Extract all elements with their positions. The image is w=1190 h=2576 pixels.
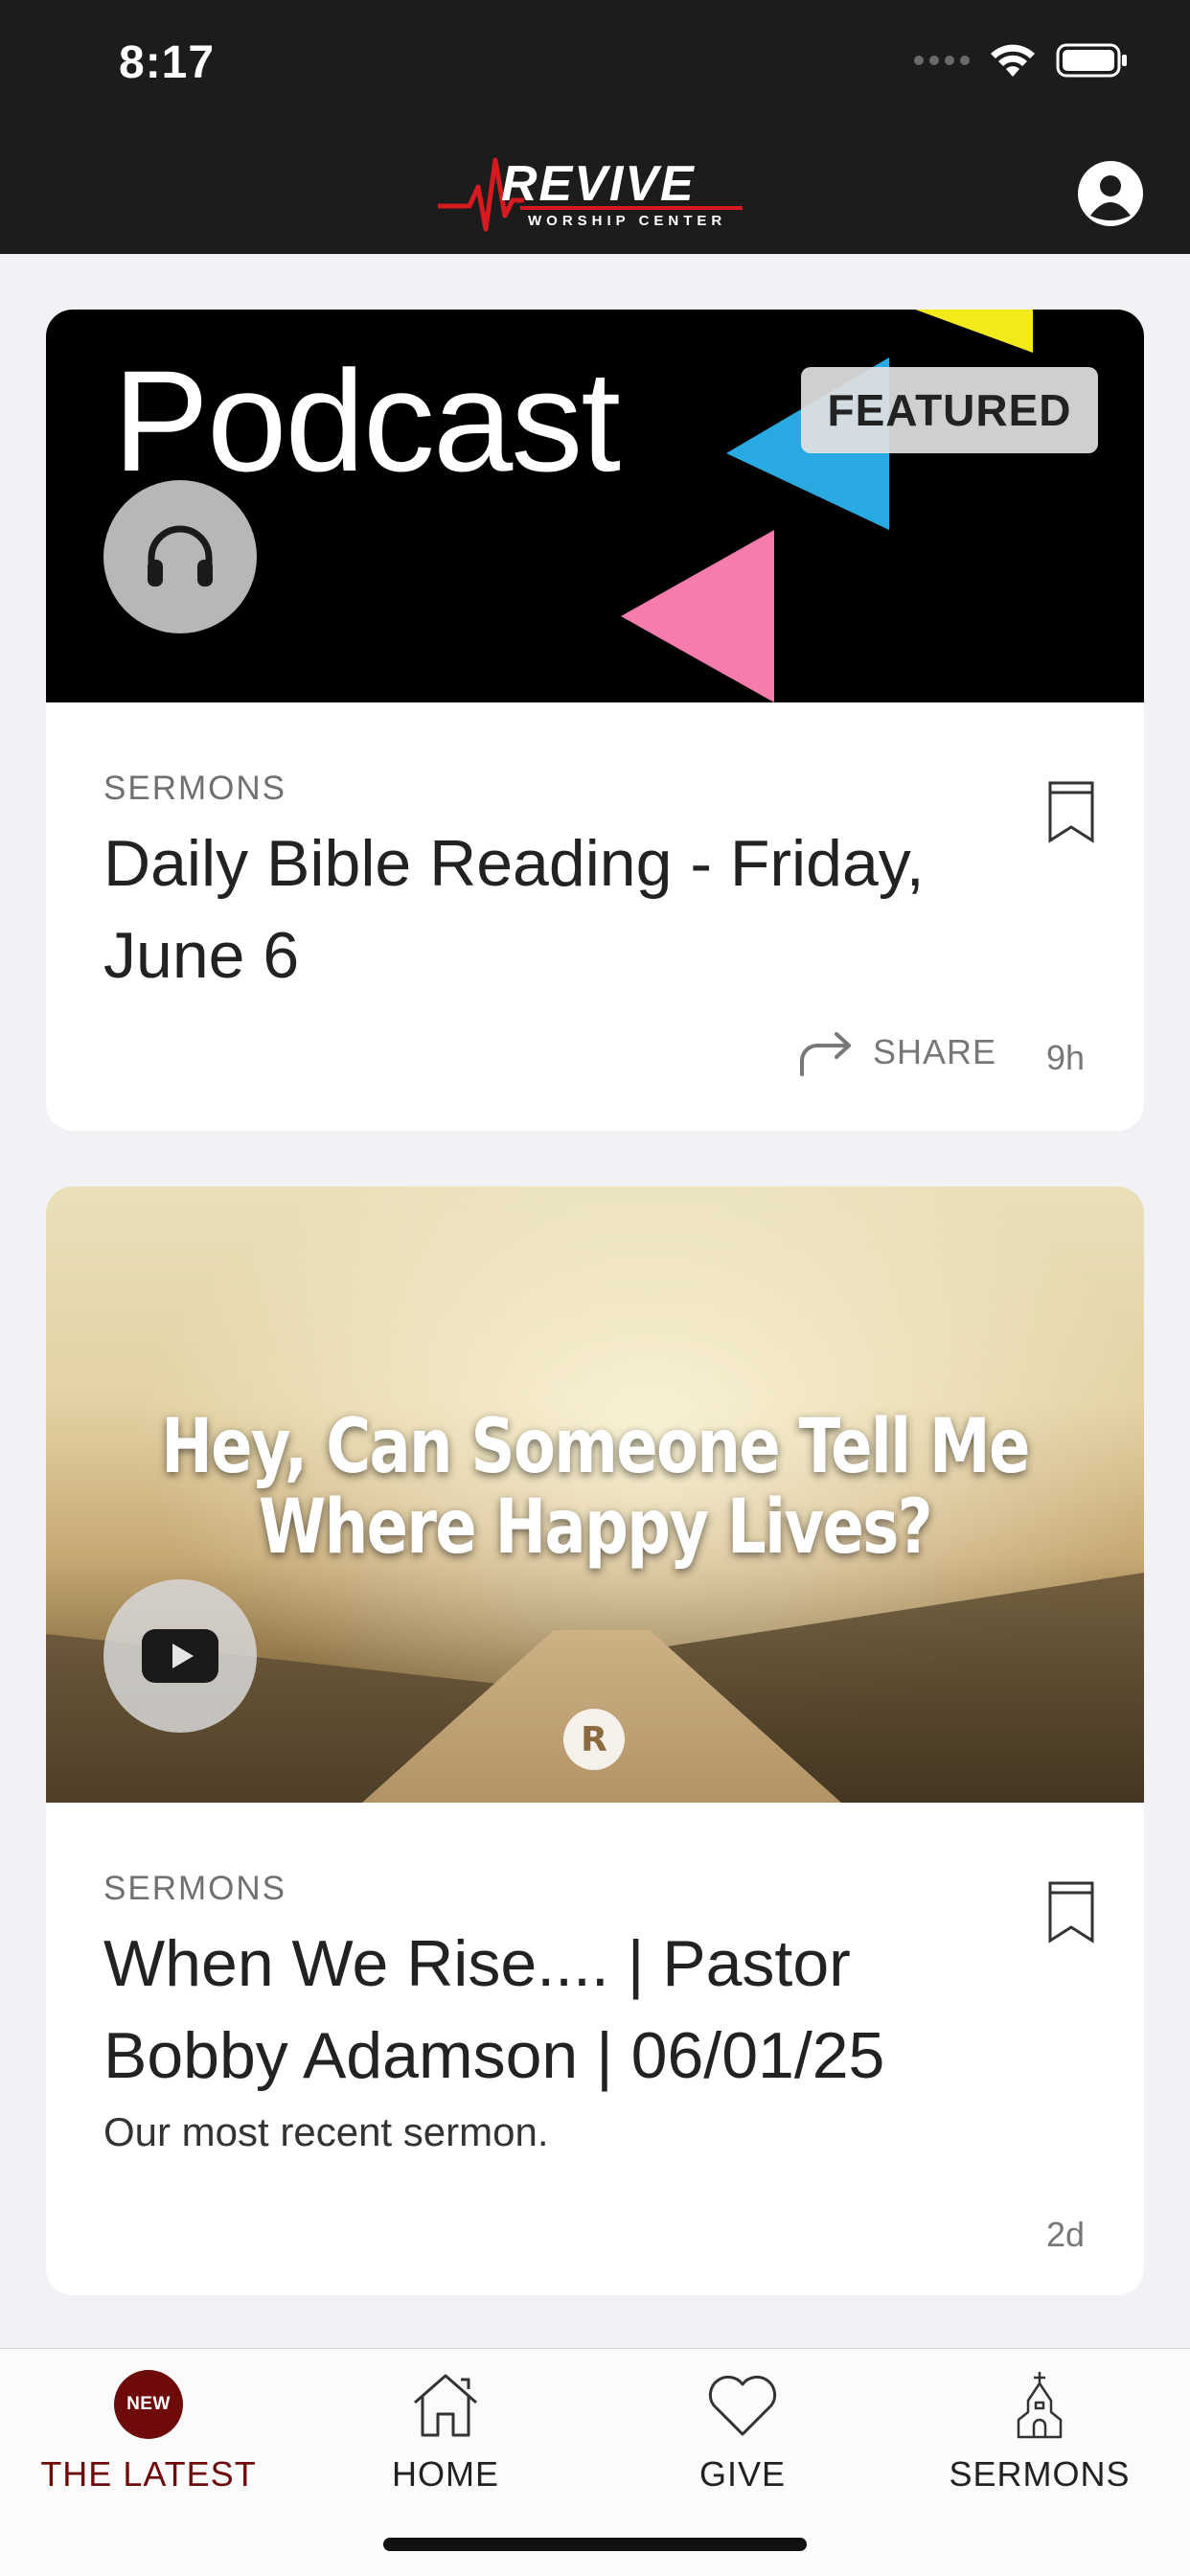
tab-give[interactable]: GIVE	[594, 2366, 891, 2500]
feed-list[interactable]: Podcast FEATURED SERMONS Daily Bible Rea…	[0, 254, 1190, 2348]
status-icons	[914, 42, 1129, 79]
card-title[interactable]: When We Rise.... | Pastor Bobby Adamson …	[103, 1918, 1023, 2102]
tab-the-latest[interactable]: NEW THE LATEST	[0, 2366, 297, 2500]
card-age: 9h	[1045, 1038, 1085, 1077]
profile-button[interactable]	[1077, 160, 1144, 227]
feed-card[interactable]: Podcast FEATURED SERMONS Daily Bible Rea…	[46, 310, 1144, 1131]
youtube-play-icon	[142, 1629, 218, 1683]
tab-sermons[interactable]: SERMONS	[891, 2366, 1188, 2500]
wifi-icon	[991, 44, 1035, 77]
card-category: SERMONS	[103, 770, 286, 807]
tab-label: SERMONS	[949, 2454, 1131, 2494]
tab-label: GIVE	[698, 2454, 787, 2494]
status-bar: 8:17	[0, 0, 1190, 129]
featured-badge: FEATURED	[801, 367, 1098, 453]
church-logo-icon: R	[563, 1709, 625, 1770]
tab-label: HOME	[392, 2454, 499, 2494]
signal-icon	[914, 56, 970, 65]
card-age: 2d	[1045, 2215, 1085, 2254]
share-label: SHARE	[873, 1032, 997, 1071]
heart-icon	[708, 2375, 777, 2436]
card-title[interactable]: Daily Bible Reading - Friday, June 6	[103, 817, 1023, 1001]
battery-icon	[1056, 43, 1127, 78]
logo-subtext: WORSHIP CENTER	[528, 213, 726, 229]
decorative-triangle	[915, 310, 1033, 353]
share-button[interactable]: SHARE	[798, 1028, 996, 1076]
status-time: 8:17	[119, 37, 216, 88]
app-header: REVIVE WORSHIP CENTER	[0, 129, 1190, 254]
watch-button[interactable]	[103, 1579, 257, 1733]
revive-logo: REVIVE WORSHIP CENTER	[438, 156, 743, 232]
home-indicator	[383, 2538, 807, 2551]
bookmark-icon[interactable]	[1046, 779, 1096, 844]
card-image: Hey, Can Someone Tell Me Where Happy Liv…	[46, 1186, 1144, 1803]
tab-label: THE LATEST	[40, 2454, 257, 2494]
decorative-triangle	[621, 530, 774, 702]
card-image: Podcast FEATURED	[46, 310, 1144, 702]
listen-button[interactable]	[103, 480, 257, 633]
church-icon	[1017, 2372, 1063, 2439]
new-badge: NEW	[114, 2370, 183, 2439]
logo-text: REVIVE	[501, 156, 696, 212]
card-description: Our most recent sermon.	[103, 2109, 549, 2154]
card-category: SERMONS	[103, 1870, 286, 1907]
tab-home[interactable]: HOME	[297, 2366, 594, 2500]
share-icon	[800, 1032, 851, 1076]
card-image-title: Podcast	[113, 340, 621, 501]
headphones-icon	[148, 525, 213, 586]
house-icon	[414, 2374, 477, 2437]
bookmark-icon[interactable]	[1046, 1879, 1096, 1944]
feed-card[interactable]: Hey, Can Someone Tell Me Where Happy Liv…	[46, 1186, 1144, 2295]
card-image-title: Hey, Can Someone Tell Me Where Happy Liv…	[161, 1404, 1030, 1571]
